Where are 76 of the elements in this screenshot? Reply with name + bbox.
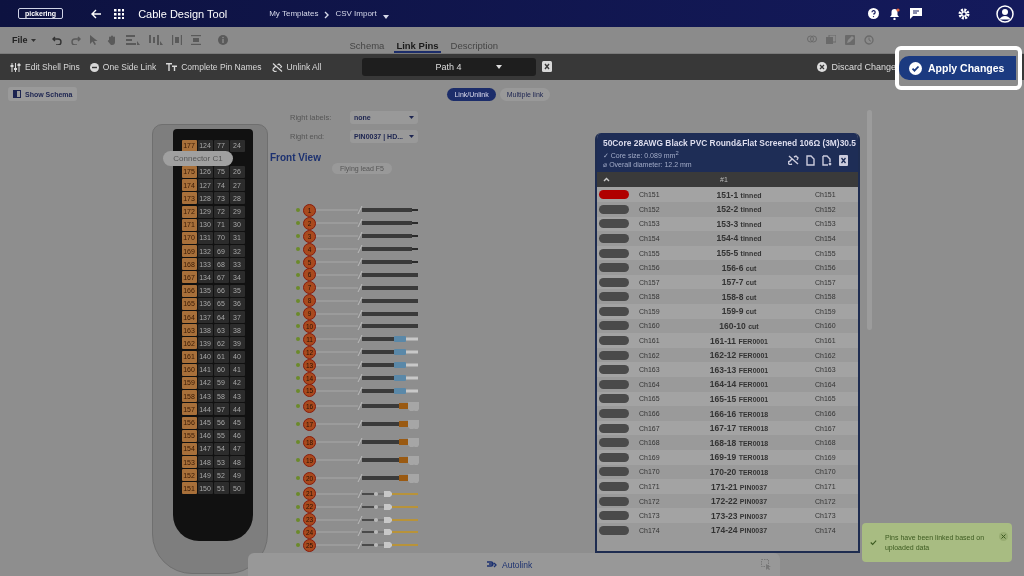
align-vertical-icon[interactable] (148, 35, 163, 45)
connection-dot (296, 337, 300, 342)
connection-dot (296, 530, 300, 535)
toolbar-button[interactable]: Unlink All (271, 62, 322, 72)
panel-icon (13, 90, 21, 98)
close-circle-icon (817, 62, 828, 72)
check-circle-icon (909, 61, 922, 75)
connection-dot (296, 350, 300, 355)
connection-dot (296, 260, 300, 264)
connection-dot (296, 491, 300, 496)
sliders-icon (10, 62, 21, 72)
connector-label: Connector C1 (163, 151, 233, 167)
connection-dot (296, 298, 300, 303)
minus-circle-icon (89, 62, 99, 72)
autolink-button[interactable]: Autolink (486, 559, 533, 570)
document-remove-icon[interactable] (822, 155, 832, 167)
connection-dot (296, 272, 300, 277)
cursor-icon[interactable] (89, 35, 98, 45)
align-left-icon[interactable] (125, 35, 140, 45)
info-icon[interactable] (217, 35, 228, 45)
connection-dot (296, 388, 300, 393)
caret-down-icon (30, 38, 36, 42)
caret-down-icon (409, 135, 414, 138)
connection-dot (296, 324, 300, 329)
connection-dot (296, 517, 300, 522)
back-arrow-icon[interactable] (91, 8, 103, 19)
connection-dot (296, 221, 300, 226)
document-icon[interactable] (806, 155, 815, 167)
caret-down-icon (495, 65, 502, 69)
connection-dot (296, 422, 300, 427)
toolbar-button[interactable]: Edit Shell Pins (10, 62, 80, 72)
breadcrumb-link[interactable]: CSV Import (335, 9, 377, 18)
chevron-right-icon[interactable] (324, 10, 330, 19)
toolbar-button[interactable]: One Side Link (89, 62, 157, 72)
connection-dot (296, 285, 300, 290)
redo-icon[interactable] (70, 36, 81, 45)
avatar-icon[interactable] (996, 4, 1014, 23)
distribute-horizontal-icon[interactable] (171, 35, 182, 45)
file-menu[interactable]: File (12, 35, 36, 45)
hand-icon[interactable] (106, 35, 117, 45)
notification-bell-icon[interactable] (889, 7, 900, 20)
connection-dot (296, 247, 300, 252)
caret-down-icon (409, 116, 414, 119)
path-dropdown[interactable]: Path 4 (361, 58, 536, 76)
connection-dot (296, 234, 300, 239)
chat-icon[interactable] (910, 8, 922, 19)
app-title: Cable Design Tool (138, 7, 228, 20)
view-title: Front View (270, 152, 321, 163)
connection-dot (296, 458, 300, 463)
connection-dot (296, 440, 300, 445)
connection-dot (296, 311, 300, 316)
close-icon[interactable] (999, 532, 1008, 542)
apps-grid-icon[interactable] (114, 8, 125, 19)
connection-dot (296, 404, 300, 409)
connection-dot (296, 208, 300, 213)
help-icon[interactable] (868, 8, 879, 19)
toolbar-button[interactable]: Complete Pin Names (166, 62, 262, 72)
connection-dot (296, 476, 300, 481)
unlink-icon[interactable] (788, 155, 799, 166)
breadcrumb-link[interactable]: My Templates (269, 9, 319, 18)
undo-icon[interactable] (51, 35, 62, 45)
apply-changes-button[interactable]: Apply Changes (899, 56, 1016, 80)
text-size-icon (166, 63, 178, 71)
connection-dot (296, 376, 300, 380)
unlink-icon (271, 62, 283, 72)
connection-dot (296, 504, 300, 509)
connection-dot (296, 543, 300, 548)
settings-icon[interactable] (958, 7, 970, 20)
check-icon (870, 539, 877, 547)
delete-icon[interactable] (541, 60, 552, 72)
caret-down-icon[interactable] (382, 14, 389, 19)
connection-dot (296, 363, 300, 368)
link-arrow-icon (486, 560, 497, 569)
delete-icon[interactable] (839, 155, 848, 167)
collapse-icon[interactable] (603, 177, 610, 183)
distribute-vertical-icon[interactable] (190, 35, 201, 45)
